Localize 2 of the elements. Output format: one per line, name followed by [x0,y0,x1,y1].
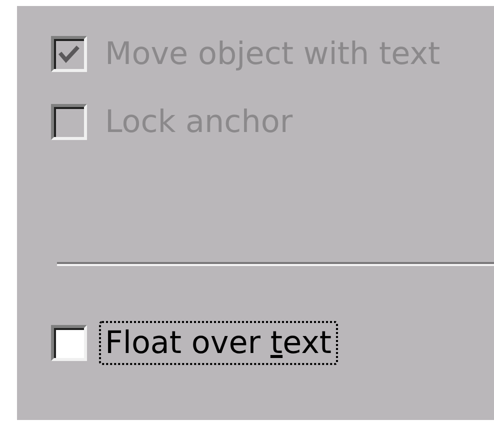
checkbox[interactable] [51,325,87,361]
checkbox-label[interactable]: Float over text [99,321,338,365]
